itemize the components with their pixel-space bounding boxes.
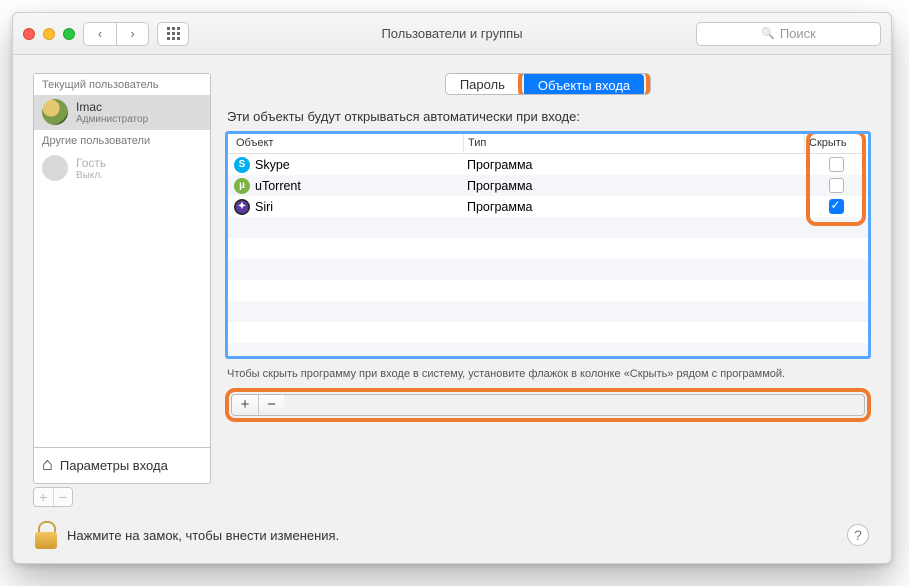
prefs-window: ‹ › Пользователи и группы 🔍 Поиск Текущи… [12, 12, 892, 564]
back-button[interactable]: ‹ [84, 23, 116, 45]
app-icon: ✦ [234, 199, 250, 215]
highlight-add-remove: + − [225, 388, 871, 422]
item-name: Siri [255, 200, 273, 214]
guest-name: Гость [76, 156, 106, 170]
hide-checkbox[interactable] [829, 157, 844, 172]
body: Текущий пользователь Imac Администратор … [13, 55, 891, 563]
item-type: Программа [463, 200, 804, 214]
empty-row [228, 301, 868, 322]
item-type: Программа [463, 179, 804, 193]
window-controls [23, 28, 75, 40]
user-role: Администратор [76, 114, 148, 125]
user-row-guest[interactable]: Гость Выкл. [34, 151, 210, 186]
hide-checkbox[interactable] [829, 178, 844, 193]
lock-text: Нажмите на замок, чтобы внести изменения… [67, 528, 339, 543]
tab-login-items[interactable]: Объекты входа [524, 74, 644, 95]
empty-row [228, 280, 868, 301]
lock-icon[interactable] [35, 521, 57, 549]
user-add-remove: + − [33, 487, 73, 507]
help-button[interactable]: ? [847, 524, 869, 546]
user-list: Текущий пользователь Imac Администратор … [33, 73, 211, 448]
empty-row [228, 343, 868, 359]
avatar-icon [42, 99, 68, 125]
table-row[interactable]: S Skype Программа [228, 154, 868, 175]
user-row-current[interactable]: Imac Администратор [34, 95, 210, 130]
remove-item-button[interactable]: − [258, 395, 284, 415]
zoom-icon[interactable] [63, 28, 75, 40]
app-icon: µ [234, 178, 250, 194]
intro-text: Эти объекты будут открываться автоматиче… [227, 109, 871, 124]
guest-status: Выкл. [76, 170, 106, 181]
table-header: Объект Тип Скрыть [228, 134, 868, 154]
forward-button[interactable]: › [116, 23, 148, 45]
other-users-header: Другие пользователи [34, 130, 210, 151]
col-type[interactable]: Тип [463, 134, 804, 153]
search-icon: 🔍 [761, 27, 775, 40]
empty-row [228, 217, 868, 238]
show-all-button[interactable] [157, 22, 189, 46]
house-icon: ⌂ [42, 454, 53, 475]
sidebar: Текущий пользователь Imac Администратор … [33, 73, 211, 507]
app-icon: S [234, 157, 250, 173]
user-name: Imac [76, 100, 148, 114]
login-items-table: Объект Тип Скрыть S Skype Программа µuTorre… [225, 131, 871, 359]
close-icon[interactable] [23, 28, 35, 40]
tab-password[interactable]: Пароль [446, 74, 519, 94]
grid-icon [167, 27, 180, 40]
search-field[interactable]: 🔍 Поиск [696, 22, 881, 46]
table-row[interactable]: µ uTorrent Программа [228, 175, 868, 196]
empty-row [228, 259, 868, 280]
empty-row [228, 322, 868, 343]
item-add-remove: + − [231, 394, 865, 416]
tab-bar: Пароль Объекты входа [225, 73, 871, 95]
columns: Текущий пользователь Imac Администратор … [33, 73, 871, 507]
nav-buttons: ‹ › [83, 22, 149, 46]
search-placeholder: Поиск [780, 26, 816, 41]
hide-checkbox[interactable] [829, 199, 844, 214]
table-body: S Skype Программа µ uTorrent Программа ✦ Siri Пр… [228, 154, 868, 359]
minimize-icon[interactable] [43, 28, 55, 40]
empty-row [228, 238, 868, 259]
hint-text: Чтобы скрыть программу при входе в систе… [227, 367, 869, 382]
current-user-header: Текущий пользователь [34, 74, 210, 95]
footer: Нажмите на замок, чтобы внести изменения… [33, 521, 871, 549]
login-options-label: Параметры входа [60, 458, 168, 473]
tabs: Пароль Объекты входа [445, 73, 651, 95]
login-options-button[interactable]: ⌂ Параметры входа [33, 448, 211, 484]
item-name: uTorrent [255, 179, 301, 193]
avatar-icon [42, 155, 68, 181]
item-type: Программа [463, 158, 804, 172]
add-user-button[interactable]: + [34, 488, 53, 506]
add-item-button[interactable]: + [232, 395, 258, 415]
col-object[interactable]: Объект [228, 134, 463, 153]
col-hide[interactable]: Скрыть [804, 134, 868, 153]
item-name: Skype [255, 158, 290, 172]
highlight-login-items-tab: Объекты входа [518, 73, 650, 95]
table-row[interactable]: ✦ Siri Программа [228, 196, 868, 217]
titlebar: ‹ › Пользователи и группы 🔍 Поиск [13, 13, 891, 55]
main-panel: Пароль Объекты входа Эти объекты будут о… [225, 73, 871, 507]
remove-user-button[interactable]: − [53, 488, 73, 506]
